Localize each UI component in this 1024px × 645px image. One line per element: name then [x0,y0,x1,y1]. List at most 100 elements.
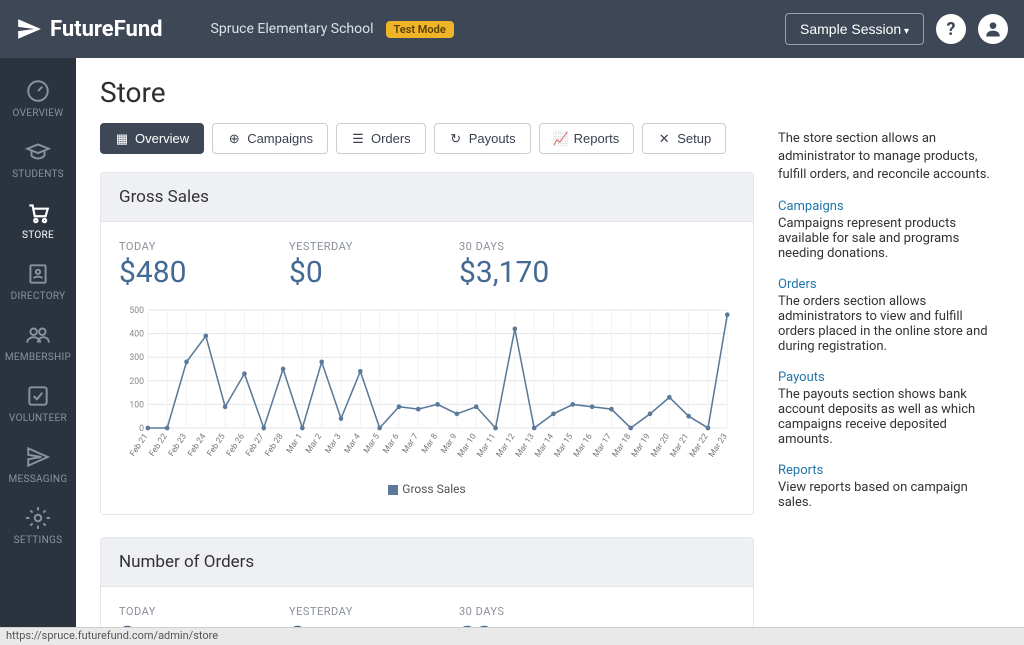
paper-plane-icon [16,16,42,42]
gross-sales-chart: 0100200300400500Feb 21Feb 22Feb 23Feb 24… [119,304,735,496]
tab-payouts[interactable]: ↻ Payouts [434,123,531,154]
tab-reports[interactable]: 📈 Reports [539,123,635,154]
tab-setup[interactable]: ✕ Setup [642,123,726,154]
dollar-icon: ⊕ [227,132,241,146]
svg-text:Mar 13: Mar 13 [514,432,537,460]
tab-orders[interactable]: ☰ Orders [336,123,426,154]
stat-today: TODAY 2 [119,605,269,627]
svg-text:Feb 24: Feb 24 [186,432,208,459]
school-name: Spruce Elementary School [211,21,374,37]
sidebar-item-label: MEMBERSHIP [4,352,72,363]
svg-text:Mar 14: Mar 14 [533,432,556,460]
payout-icon: ↻ [449,132,463,146]
svg-text:Mar 6: Mar 6 [381,432,401,456]
svg-text:Mar 22: Mar 22 [688,432,711,460]
list-icon: ☰ [351,132,365,146]
stat-value: $0 [289,255,439,290]
svg-text:200: 200 [129,377,144,387]
tab-label: Orders [371,131,411,146]
sidebar-item-label: VOLUNTEER [4,413,72,424]
sidebar-item-store[interactable]: STORE [0,190,76,251]
stat-label: TODAY [119,240,269,253]
svg-text:100: 100 [129,400,144,410]
svg-text:Feb 27: Feb 27 [244,432,266,459]
svg-text:300: 300 [129,353,144,363]
stat-30days: 30 DAYS $3,170 [459,240,609,290]
stat-today: TODAY $480 [119,240,269,290]
svg-text:Mar 1: Mar 1 [285,432,305,456]
svg-text:Mar 15: Mar 15 [553,432,576,460]
stat-value: $3,170 [459,255,609,290]
user-menu-button[interactable] [978,14,1008,44]
svg-text:Feb 28: Feb 28 [263,432,285,459]
stat-value: 2 [119,620,269,627]
stat-label: YESTERDAY [289,240,439,253]
sidebar-item-directory[interactable]: DIRECTORY [0,251,76,312]
brand-logo[interactable]: FutureFund [16,16,163,42]
tab-campaigns[interactable]: ⊕ Campaigns [212,123,328,154]
svg-text:Mar 5: Mar 5 [362,432,382,456]
status-bar: https://spruce.futurefund.com/admin/stor… [0,627,1024,645]
sidebar-item-students[interactable]: STUDENTS [0,129,76,190]
stat-label: YESTERDAY [289,605,439,618]
tab-label: Setup [677,131,711,146]
sidebar: OVERVIEW STUDENTS STORE DIRECTORY MEMBER… [0,58,76,645]
cart-icon [25,200,51,226]
svg-text:Feb 23: Feb 23 [167,432,189,459]
sidebar-item-label: STORE [4,230,72,241]
help-link-reports[interactable]: Reports [778,463,1000,478]
sample-session-dropdown[interactable]: Sample Session [785,13,924,45]
svg-text:Mar 18: Mar 18 [610,432,633,460]
users-icon [25,322,51,348]
topbar: FutureFund Spruce Elementary School Test… [0,0,1024,58]
svg-text:Mar 23: Mar 23 [707,432,730,460]
sidebar-item-label: STUDENTS [4,169,72,180]
gauge-icon [25,78,51,104]
svg-text:Feb 26: Feb 26 [225,432,247,459]
main-content: Store ▦Overview ⊕Campaigns ☰Orders ↻Payo… [76,58,1024,627]
chart-legend: Gross Sales [119,482,735,496]
stat-30days: 30 DAYS 22 [459,605,609,627]
svg-text:Mar 10: Mar 10 [456,432,479,460]
stat-value: 0 [289,620,439,627]
sidebar-item-overview[interactable]: OVERVIEW [0,68,76,129]
orders-card: Number of Orders TODAY 2 YESTERDAY 0 30 … [100,537,754,627]
check-square-icon [25,383,51,409]
sidebar-item-membership[interactable]: MEMBERSHIP [0,312,76,373]
svg-text:Mar 8: Mar 8 [420,432,440,456]
svg-text:Mar 3: Mar 3 [323,432,343,456]
sidebar-item-label: DIRECTORY [4,291,72,302]
tools-icon: ✕ [657,132,671,146]
help-text: The orders section allows administrators… [778,294,1000,354]
stat-label: 30 DAYS [459,605,609,618]
help-link-campaigns[interactable]: Campaigns [778,199,1000,214]
help-link-payouts[interactable]: Payouts [778,370,1000,385]
tab-label: Payouts [469,131,516,146]
sidebar-item-volunteer[interactable]: VOLUNTEER [0,373,76,434]
svg-text:Feb 21: Feb 21 [128,432,150,459]
stat-value: 22 [459,620,609,627]
sidebar-item-label: OVERVIEW [4,108,72,119]
sidebar-item-settings[interactable]: SETTINGS [0,495,76,556]
svg-text:Mar 12: Mar 12 [495,432,518,460]
sidebar-item-messaging[interactable]: MESSAGING [0,434,76,495]
help-link-orders[interactable]: Orders [778,277,1000,292]
help-button[interactable]: ? [936,14,966,44]
svg-text:Mar 21: Mar 21 [668,432,691,460]
gear-icon [25,505,51,531]
svg-text:Mar 7: Mar 7 [401,432,421,456]
chart-icon: 📈 [554,132,568,146]
svg-text:Mar 19: Mar 19 [630,432,653,460]
tab-overview[interactable]: ▦Overview [100,123,204,154]
legend-swatch [388,485,398,495]
tab-label: Campaigns [247,131,313,146]
graduation-cap-icon [25,139,51,165]
stat-yesterday: YESTERDAY 0 [289,605,439,627]
stat-label: TODAY [119,605,269,618]
address-book-icon [25,261,51,287]
help-panel: The store section allows an administrato… [778,76,1000,627]
help-intro: The store section allows an administrato… [778,130,1000,185]
tab-label: Reports [574,131,620,146]
sidebar-item-label: SETTINGS [4,535,72,546]
dashboard-icon: ▦ [115,132,129,146]
